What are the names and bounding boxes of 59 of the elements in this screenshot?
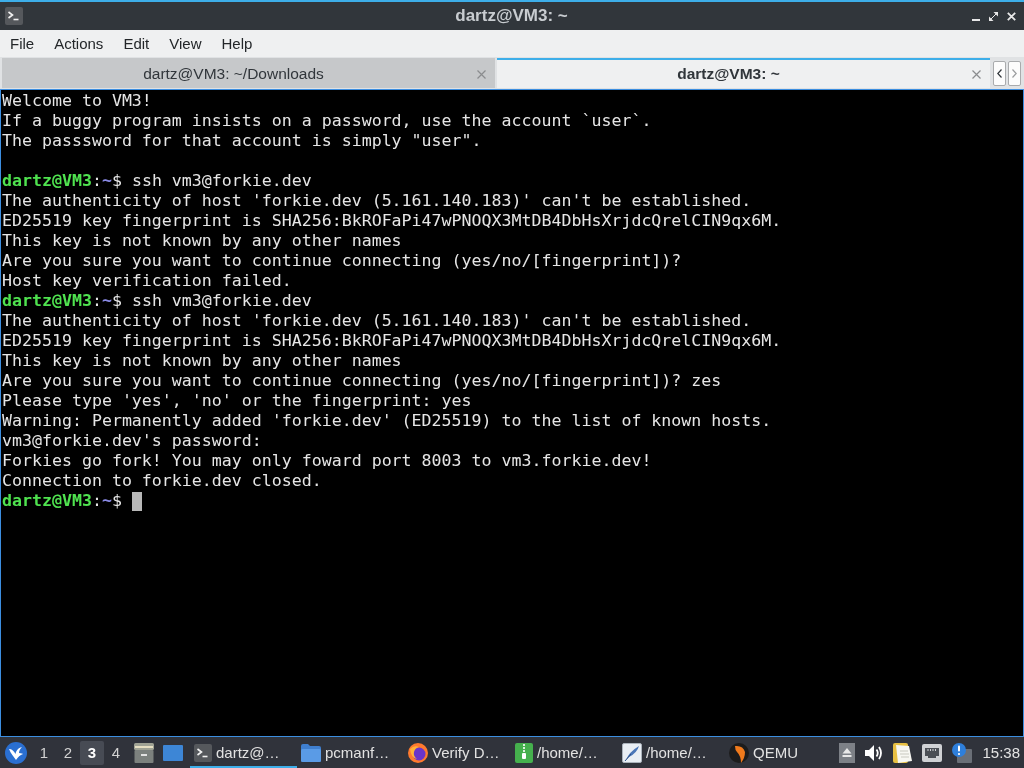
output-line: Are you sure you want to continue connecting (yes/no/[fingerprint])? zes <box>2 371 722 391</box>
minimize-icon[interactable] <box>972 18 980 21</box>
output-line: Please type 'yes', 'no' or the fingerprint: yes <box>2 391 472 411</box>
network-port-icon[interactable] <box>922 743 943 762</box>
output-line: Forkies go fork! You may only foward port 8003 to vm3.forkie.dev! <box>2 451 652 471</box>
prompt-line: dartz@VM3:~$ ssh vm3@forkie.dev <box>2 171 312 191</box>
zip-archive-icon[interactable] <box>515 742 533 763</box>
notes-icon[interactable] <box>893 742 913 763</box>
desktop-button[interactable]: 4 <box>104 740 128 765</box>
output-line: The authenticity of host 'forkie.dev (5.161.140.183)' can't be established. <box>2 191 752 211</box>
speaker-icon[interactable] <box>865 744 884 761</box>
output-line: ED25519 key fingerprint is SHA256:BkROFaPi47wPNOQX3MtDB4DbHsXrjdcQrelCIN9qx6M. <box>2 331 782 351</box>
menu-item[interactable]: File <box>0 30 45 57</box>
task-button[interactable]: Verify D… <box>404 737 511 768</box>
output-line: vm3@forkie.dev's password: <box>2 431 262 451</box>
output-line: Are you sure you want to continue connecting (yes/no/[fingerprint])? <box>2 251 682 271</box>
chevron-left-icon <box>997 68 1002 78</box>
prompt-line: dartz@VM3:~$ ssh vm3@forkie.dev <box>2 291 312 311</box>
feather-icon[interactable] <box>622 742 642 763</box>
bird-logo-icon[interactable] <box>5 741 27 764</box>
menu-item[interactable]: Edit <box>113 30 160 57</box>
desktop-button[interactable]: 2 <box>56 740 80 765</box>
beak-logo-icon[interactable] <box>729 741 749 764</box>
tab[interactable]: dartz@VM3: ~ <box>497 58 990 88</box>
output-line: Welcome to VM3! <box>2 91 152 111</box>
folder-icon[interactable] <box>301 743 321 762</box>
menu-item[interactable]: Actions <box>44 30 114 57</box>
output-line: This key is not known by any other names <box>2 231 402 251</box>
clock: 15:38 <box>982 744 1020 761</box>
output-line: Host key verification failed. <box>2 271 292 291</box>
task-button[interactable]: /home/… <box>511 737 618 768</box>
output-line: The authenticity of host 'forkie.dev (5.161.140.183)' can't be established. <box>2 311 752 331</box>
file-cabinet-icon[interactable] <box>134 742 154 763</box>
maximize-icon[interactable] <box>989 11 998 21</box>
desktop-button[interactable]: 3 <box>80 740 104 765</box>
task-button[interactable]: dartz@… <box>190 737 297 768</box>
output-line: Warning: Permanently added 'forkie.dev' (ED25519) to the list of known hosts. <box>2 411 772 431</box>
menu-item[interactable]: View <box>159 30 212 57</box>
output-line: ED25519 key fingerprint is SHA256:BkROFaPi47wPNOQX3MtDB4DbHsXrjdcQrelCIN9qx6M. <box>2 211 782 231</box>
screen-icon[interactable] <box>163 744 183 761</box>
task-button[interactable]: QEMU <box>725 737 832 768</box>
tab[interactable]: dartz@VM3: ~/Downloads <box>2 58 495 88</box>
output-line: Connection to forkie.dev closed. <box>2 471 322 491</box>
eject-icon[interactable] <box>839 742 856 763</box>
output-line: If a buggy program insists on a password, use the account `user`. <box>2 111 652 131</box>
task-button[interactable]: /home/… <box>618 737 725 768</box>
prompt-line: dartz@VM3:~$ <box>2 491 122 511</box>
terminal-icon[interactable] <box>194 743 212 762</box>
notification-icon[interactable] <box>952 742 973 763</box>
terminal-icon <box>5 7 23 25</box>
output-line: The passsword for that account is simply "user". <box>2 131 482 151</box>
chevron-right-icon <box>1012 68 1017 78</box>
desktop-button[interactable]: 1 <box>32 740 56 765</box>
task-button[interactable]: pcmanf… <box>297 737 404 768</box>
menu-item[interactable]: Help <box>211 30 263 57</box>
window-title: dartz@VM3: ~ <box>455 6 568 26</box>
browser-icon[interactable] <box>408 742 428 763</box>
output-line: This key is not known by any other names <box>2 351 402 371</box>
scroll-left-button[interactable] <box>993 60 1006 86</box>
